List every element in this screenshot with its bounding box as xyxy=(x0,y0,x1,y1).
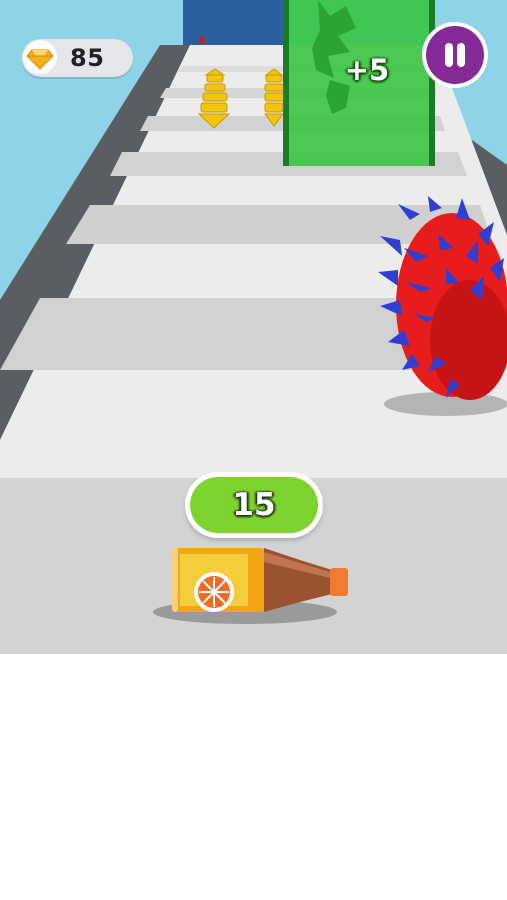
pause-icon xyxy=(426,26,484,84)
gem-count: 85 xyxy=(70,44,105,72)
game-scene: 85 +5 15 xyxy=(0,0,507,900)
game-world xyxy=(0,0,507,900)
pause-button[interactable] xyxy=(422,22,488,88)
player-value-pill: 15 xyxy=(190,477,318,533)
far-doorway xyxy=(183,0,283,50)
foreground-floor xyxy=(0,654,507,900)
player-value-badge: 15 xyxy=(185,472,323,538)
gem-icon xyxy=(23,40,57,74)
gate-bonus-label: +5 xyxy=(344,53,390,87)
pause-bar xyxy=(445,43,453,67)
far-marker xyxy=(198,36,206,44)
bonus-gate-frame xyxy=(429,0,435,166)
pause-bar xyxy=(457,43,465,67)
spiked-roller-end xyxy=(430,280,507,400)
gem-counter: 85 xyxy=(22,39,133,77)
bonus-gate-frame xyxy=(283,0,289,166)
player-value: 15 xyxy=(232,487,276,523)
